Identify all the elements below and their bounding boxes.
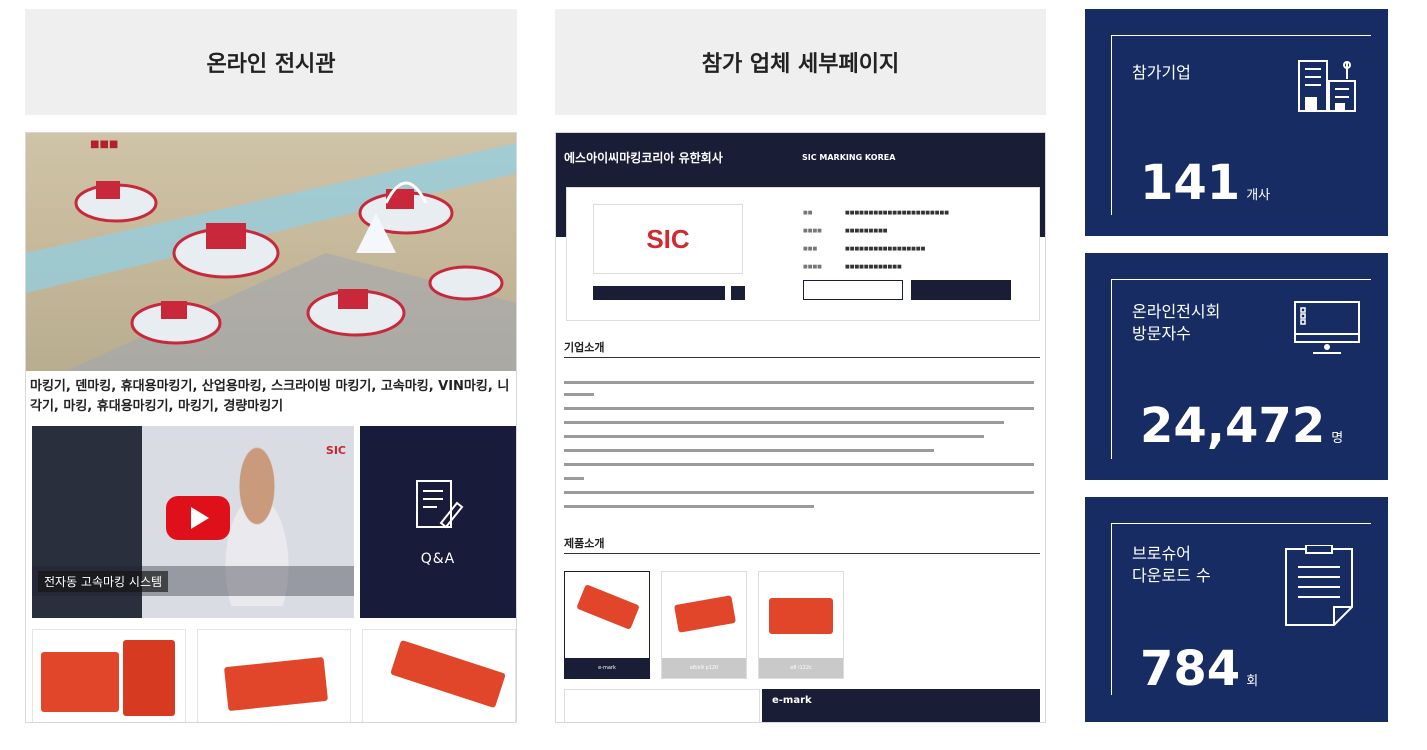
product-label: e8 i122c xyxy=(759,658,843,678)
play-icon xyxy=(191,507,209,529)
online-hall-title: 온라인 전시관 xyxy=(206,52,336,77)
qa-button[interactable]: Q&A xyxy=(360,426,516,618)
product-detail-title: e-mark xyxy=(772,695,812,706)
text-line xyxy=(564,449,934,452)
text-line xyxy=(564,505,814,508)
text-line xyxy=(564,381,1034,384)
video-caption-bar: 전자동 고속마킹 시스템 xyxy=(32,566,354,596)
product-image xyxy=(41,652,119,712)
stat-card-visitors: 온라인전시회 방문자수 24,472 명 xyxy=(1085,253,1388,480)
product-card[interactable]: e-mark xyxy=(564,571,650,679)
info-row: ■■■■ ■■■■■■■■■ xyxy=(803,228,888,234)
exhibitor-page-title: 참가 업체 세부페이지 xyxy=(701,52,900,77)
stat-value: 784 회 xyxy=(1140,641,1258,697)
company-logo: SIC xyxy=(593,204,743,274)
stat-unit: 개사 xyxy=(1246,188,1271,203)
product-image xyxy=(223,656,329,712)
qr-button[interactable] xyxy=(803,280,903,300)
product-image-side xyxy=(123,640,175,716)
online-hall-preview: ■■■ 마킹기, 덴마킹, 휴대용마킹기, 산업용마킹, 스크라이빙 마킹기, … xyxy=(25,132,517,723)
stat-number: 141 xyxy=(1140,155,1241,211)
info-row: ■■■■ ■■■■■■■■■■■■ xyxy=(803,264,902,270)
video-caption: 전자동 고속마킹 시스템 xyxy=(38,571,169,592)
virtual-hall-image[interactable]: ■■■ xyxy=(26,133,516,371)
product-detail-image xyxy=(564,689,760,722)
product-thumbnail[interactable] xyxy=(32,629,186,722)
online-hall-header: 온라인 전시관 xyxy=(25,9,517,115)
stat-card-brochures: 브로슈어 다운로드 수 784 회 xyxy=(1085,497,1388,722)
company-logo-text: SIC xyxy=(646,223,690,254)
info-row: ■■■ ■■■■■■■■■■■■■■■■■ xyxy=(803,246,926,252)
section-divider xyxy=(564,357,1040,358)
stat-number: 784 xyxy=(1140,641,1241,697)
text-line xyxy=(564,393,594,396)
chat-icon[interactable] xyxy=(731,286,745,300)
text-line xyxy=(564,435,984,438)
company-name: 에스아이씨마킹코리아 유한회사 xyxy=(564,151,723,165)
text-line xyxy=(564,491,1034,494)
stat-value: 24,472 명 xyxy=(1140,398,1343,454)
company-name-en: SIC MARKING KOREA xyxy=(802,153,896,162)
product-image xyxy=(576,584,640,630)
product-thumbnail[interactable] xyxy=(362,629,516,722)
stat-label: 브로슈어 다운로드 수 xyxy=(1132,544,1211,585)
info-row: ■■ ■■■■■■■■■■■■■■■■■■■■■■ xyxy=(803,210,949,216)
video-brand-logo: SIC xyxy=(325,444,346,457)
qa-label: Q&A xyxy=(420,551,456,567)
product-image xyxy=(390,639,506,709)
keyword-tagline: 마킹기, 덴마킹, 휴대용마킹기, 산업용마킹, 스크라이빙 마킹기, 고속마킹… xyxy=(30,379,510,414)
company-info-card: SIC ■■ ■■■■■■■■■■■■■■■■■■■■■■ ■■■■ ■■■■■■■… xyxy=(566,187,1040,321)
product-label: e-mark xyxy=(565,658,649,678)
brochure-button[interactable] xyxy=(911,280,1011,300)
stat-label: 온라인전시회 방문자수 xyxy=(1132,302,1221,343)
text-line xyxy=(564,421,1004,424)
product-detail-header: e-mark xyxy=(762,689,1040,722)
expo-badge-icon: ■■■ xyxy=(90,139,119,150)
text-line xyxy=(564,463,1034,466)
document-icon xyxy=(1285,545,1353,626)
product-image xyxy=(769,598,833,634)
product-thumbnail[interactable] xyxy=(197,629,351,722)
video-player[interactable]: SIC 전자동 고속마킹 시스템 xyxy=(32,426,354,618)
exhibitor-detail-preview: 에스아이씨마킹코리아 유한회사 SIC MARKING KOREA SIC ■■… xyxy=(555,132,1046,723)
stat-unit: 회 xyxy=(1246,674,1259,689)
stat-card-exhibitors: 참가기업 141 개사 xyxy=(1085,9,1388,236)
products-title: 제품소개 xyxy=(564,537,605,550)
section-divider xyxy=(564,553,1040,554)
text-line xyxy=(564,407,1034,410)
stat-number: 24,472 xyxy=(1140,398,1326,454)
product-label: e8/e9 p120 xyxy=(662,658,746,678)
product-image xyxy=(674,595,736,633)
text-line xyxy=(564,477,584,480)
consult-request-button[interactable] xyxy=(593,286,725,300)
stat-label: 참가기업 xyxy=(1132,63,1191,82)
stat-value: 141 개사 xyxy=(1140,155,1270,211)
monitor-icon xyxy=(1294,301,1360,354)
qa-edit-icon xyxy=(416,480,464,529)
company-intro-title: 기업소개 xyxy=(564,341,605,354)
exhibitor-page-header: 참가 업체 세부페이지 xyxy=(555,9,1046,115)
product-card[interactable]: e8 i122c xyxy=(758,571,844,679)
building-icon xyxy=(1298,60,1356,112)
product-card[interactable]: e8/e9 p120 xyxy=(661,571,747,679)
stat-unit: 명 xyxy=(1331,431,1344,446)
play-button[interactable] xyxy=(166,496,230,540)
